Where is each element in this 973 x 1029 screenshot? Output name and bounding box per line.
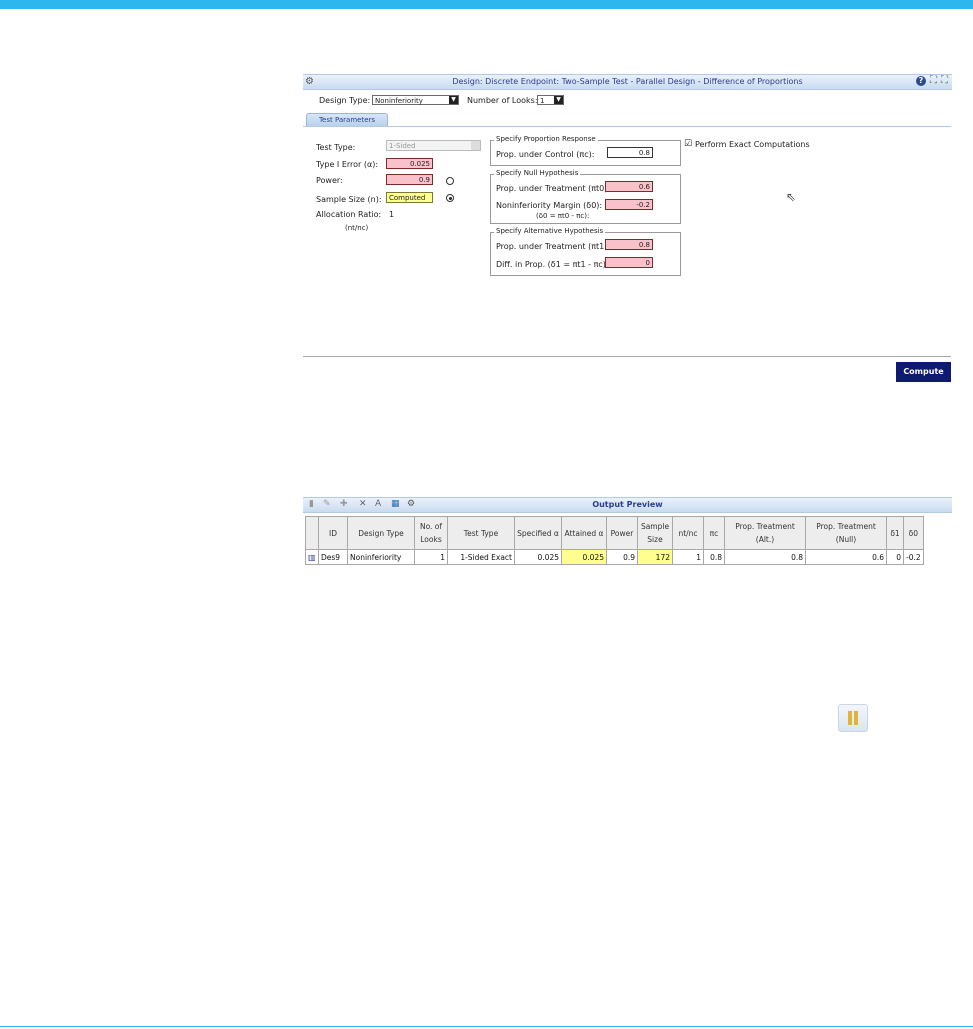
output-table: ID Design Type No. of Looks Test Type Sp… bbox=[305, 516, 924, 565]
power-label: Power: bbox=[316, 176, 343, 185]
table-cell[interactable]: 0 bbox=[886, 549, 904, 565]
table-header bbox=[305, 516, 319, 550]
design-type-label: Design Type: bbox=[319, 96, 371, 105]
output-preview-title: Output Preview bbox=[592, 500, 663, 509]
alt-hypothesis-title: Specify Alternative Hypothesis bbox=[494, 227, 606, 235]
design-type-value: Noninferiority bbox=[375, 97, 423, 105]
proportion-response-title: Specify Proportion Response bbox=[494, 135, 598, 143]
table-header[interactable]: Power bbox=[606, 516, 638, 550]
chart-icon[interactable]: ▥ bbox=[308, 553, 316, 562]
type1-error-field[interactable]: 0.025 bbox=[386, 158, 433, 169]
power-radio[interactable] bbox=[446, 177, 454, 185]
chevron-down-icon bbox=[471, 141, 480, 150]
table-header[interactable]: δ0 bbox=[903, 516, 924, 550]
table-cell[interactable]: 1 bbox=[672, 549, 704, 565]
num-looks-select[interactable]: 1 ▼ bbox=[537, 95, 564, 105]
output-preview-bar: ▮ ✎ ✚ ✕ A ▦ ⚙ Output Preview bbox=[303, 497, 952, 513]
table-cell[interactable]: 0.025 bbox=[561, 549, 607, 565]
power-field[interactable]: 0.9 bbox=[386, 174, 433, 185]
table-cell[interactable]: 0.8 bbox=[724, 549, 806, 565]
design-type-select[interactable]: Noninferiority ▼ bbox=[372, 95, 459, 105]
allocation-ratio-value: 1 bbox=[389, 210, 395, 219]
type1-error-label: Type I Error (α): bbox=[316, 160, 379, 169]
design-title-bar: ⚙ Design: Discrete Endpoint: Two-Sample … bbox=[303, 74, 952, 90]
table-header[interactable]: ID bbox=[318, 516, 348, 550]
exact-label: Perform Exact Computations bbox=[695, 140, 810, 149]
table-cell[interactable]: ▥ bbox=[305, 549, 319, 565]
test-type-select: 1-Sided bbox=[386, 140, 481, 151]
chevron-down-icon: ▼ bbox=[449, 96, 458, 104]
table-cell[interactable]: 172 bbox=[637, 549, 673, 565]
help-icon[interactable]: ? bbox=[916, 76, 926, 86]
table-header-row: ID Design Type No. of Looks Test Type Sp… bbox=[305, 516, 924, 550]
sample-size-field[interactable]: Computed bbox=[386, 192, 433, 203]
table-cell[interactable]: 0.6 bbox=[805, 549, 887, 565]
margin-label: Noninferiority Margin (δ0): bbox=[496, 201, 603, 210]
table-cell[interactable]: 1-Sided Exact bbox=[447, 549, 515, 565]
expand-icon[interactable]: ⛶ bbox=[930, 75, 937, 86]
sample-size-radio[interactable] bbox=[446, 194, 454, 202]
table-header[interactable]: πc bbox=[703, 516, 725, 550]
top-accent-bar bbox=[0, 0, 973, 9]
allocation-ratio-sub: (nt/nc) bbox=[345, 224, 369, 232]
collapse-icon[interactable]: ⛶ bbox=[941, 75, 948, 86]
table-header[interactable]: Design Type bbox=[347, 516, 415, 550]
design-title: Design: Discrete Endpoint: Two-Sample Te… bbox=[452, 77, 803, 86]
bottom-accent-line bbox=[0, 1026, 973, 1027]
table-header[interactable]: No. of Looks bbox=[414, 516, 448, 550]
table-cell[interactable]: 0.9 bbox=[606, 549, 638, 565]
table-header[interactable]: Specified α bbox=[514, 516, 562, 550]
tab-test-parameters[interactable]: Test Parameters bbox=[306, 113, 388, 127]
table-cell[interactable]: -0.2 bbox=[903, 549, 924, 565]
control-label: Prop. under Control (πc): bbox=[496, 150, 595, 159]
table-header[interactable]: Prop. Treatment (Null) bbox=[805, 516, 887, 550]
toggle-icon-bar bbox=[848, 711, 852, 725]
table-cell[interactable]: Des9 bbox=[318, 549, 348, 565]
num-looks-label: Number of Looks: bbox=[467, 96, 538, 105]
null-treatment-field[interactable]: 0.6 bbox=[605, 181, 653, 192]
table-header[interactable]: Test Type bbox=[447, 516, 515, 550]
table-header[interactable]: Sample Size bbox=[637, 516, 673, 550]
null-hypothesis-title: Specify Null Hypothesis bbox=[494, 169, 581, 177]
mouse-cursor-icon: ⇖ bbox=[786, 190, 797, 204]
table-header[interactable]: δ1 bbox=[886, 516, 904, 550]
output-preview-toggle-icon[interactable] bbox=[838, 704, 868, 732]
exact-checkbox[interactable]: ☑ bbox=[684, 139, 692, 149]
table-header[interactable]: nt/nc bbox=[672, 516, 704, 550]
test-type-value: 1-Sided bbox=[389, 142, 416, 150]
sample-size-label: Sample Size (n): bbox=[316, 195, 382, 204]
table-header[interactable]: Prop. Treatment (Alt.) bbox=[724, 516, 806, 550]
control-field[interactable]: 0.8 bbox=[607, 147, 653, 158]
diff-field[interactable]: 0 bbox=[605, 257, 653, 268]
table-header[interactable]: Attained α bbox=[561, 516, 607, 550]
test-type-label: Test Type: bbox=[316, 143, 356, 152]
allocation-ratio-label: Allocation Ratio: bbox=[316, 210, 382, 219]
toggle-icon-bar bbox=[854, 711, 858, 725]
alt-treatment-label: Prop. under Treatment (πt1): bbox=[496, 242, 611, 251]
table-cell[interactable]: Noninferiority bbox=[347, 549, 415, 565]
table-cell[interactable]: 0.025 bbox=[514, 549, 562, 565]
table-cell[interactable]: 1 bbox=[414, 549, 448, 565]
compute-button[interactable]: Compute bbox=[896, 362, 951, 382]
null-treatment-label: Prop. under Treatment (πt0): bbox=[496, 184, 611, 193]
margin-formula: (δ0 = πt0 - πc): bbox=[536, 212, 590, 220]
chevron-down-icon: ▼ bbox=[554, 96, 563, 104]
num-looks-value: 1 bbox=[540, 97, 545, 105]
table-row[interactable]: ▥ Des9 Noninferiority 1 1-Sided Exact 0.… bbox=[305, 549, 924, 565]
table-cell[interactable]: 0.8 bbox=[703, 549, 725, 565]
diff-label: Diff. in Prop. (δ1 = πt1 - πc): bbox=[496, 260, 609, 269]
alt-treatment-field[interactable]: 0.8 bbox=[605, 239, 653, 250]
margin-field[interactable]: -0.2 bbox=[605, 199, 653, 210]
